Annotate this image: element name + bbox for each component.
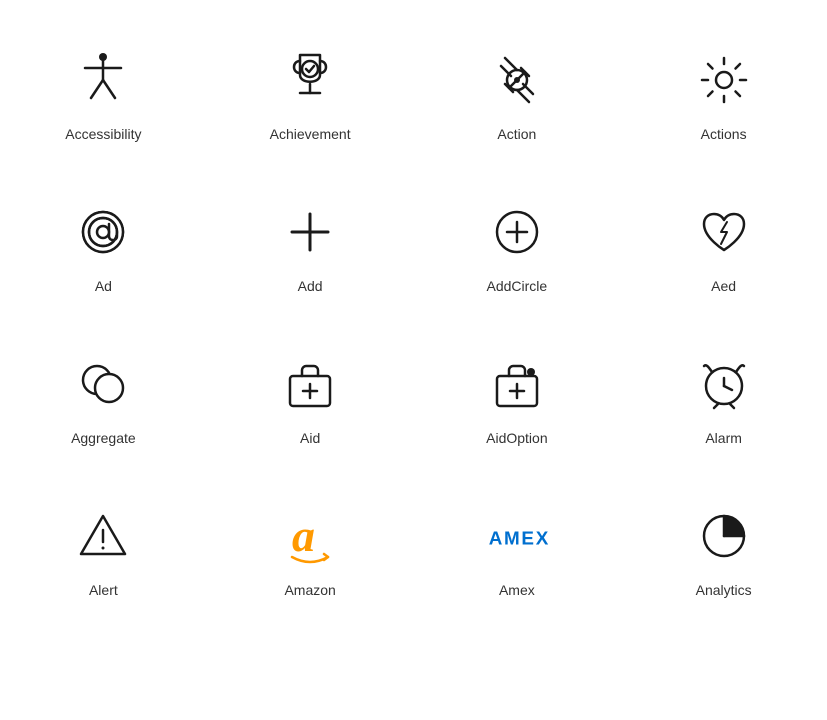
amex-icon: AMEX [487, 506, 547, 566]
analytics-icon [694, 506, 754, 566]
aed-label: Aed [711, 278, 736, 294]
amex-label: Amex [499, 582, 535, 598]
icon-cell-alarm: Alarm [620, 324, 827, 476]
icon-cell-add: Add [207, 172, 414, 324]
action-icon [487, 50, 547, 110]
aid-label: Aid [300, 430, 320, 446]
aid-option-icon [487, 354, 547, 414]
alarm-label: Alarm [705, 430, 742, 446]
actions-label: Actions [701, 126, 747, 142]
icon-cell-aid-option: AidOption [414, 324, 621, 476]
icon-grid: Accessibility Achievement [0, 0, 827, 648]
accessibility-icon [73, 50, 133, 110]
add-icon [280, 202, 340, 262]
icon-cell-alert: Alert [0, 476, 207, 628]
alert-label: Alert [89, 582, 118, 598]
add-circle-icon [487, 202, 547, 262]
analytics-label: Analytics [696, 582, 752, 598]
icon-cell-amex: AMEX Amex [414, 476, 621, 628]
icon-cell-add-circle: AddCircle [414, 172, 621, 324]
aggregate-label: Aggregate [71, 430, 136, 446]
alert-icon [73, 506, 133, 566]
icon-cell-aid: Aid [207, 324, 414, 476]
ad-label: Ad [95, 278, 112, 294]
icon-cell-amazon: a Amazon [207, 476, 414, 628]
achievement-label: Achievement [270, 126, 351, 142]
icon-cell-achievement: Achievement [207, 20, 414, 172]
alarm-icon [694, 354, 754, 414]
icon-cell-actions: Actions [620, 20, 827, 172]
amazon-icon: a [280, 506, 340, 566]
icon-cell-accessibility: Accessibility [0, 20, 207, 172]
ad-icon [73, 202, 133, 262]
actions-icon [694, 50, 754, 110]
icon-cell-action: Action [414, 20, 621, 172]
svg-text:AMEX: AMEX [489, 528, 550, 549]
add-label: Add [298, 278, 323, 294]
action-label: Action [497, 126, 536, 142]
icon-cell-analytics: Analytics [620, 476, 827, 628]
amazon-label: Amazon [284, 582, 335, 598]
aed-icon [694, 202, 754, 262]
aid-icon [280, 354, 340, 414]
svg-text:a: a [292, 510, 315, 561]
achievement-icon [280, 50, 340, 110]
add-circle-label: AddCircle [487, 278, 548, 294]
aid-option-label: AidOption [486, 430, 547, 446]
icon-cell-aggregate: Aggregate [0, 324, 207, 476]
icon-cell-ad: Ad [0, 172, 207, 324]
icon-cell-aed: Aed [620, 172, 827, 324]
accessibility-label: Accessibility [65, 126, 141, 142]
aggregate-icon [73, 354, 133, 414]
